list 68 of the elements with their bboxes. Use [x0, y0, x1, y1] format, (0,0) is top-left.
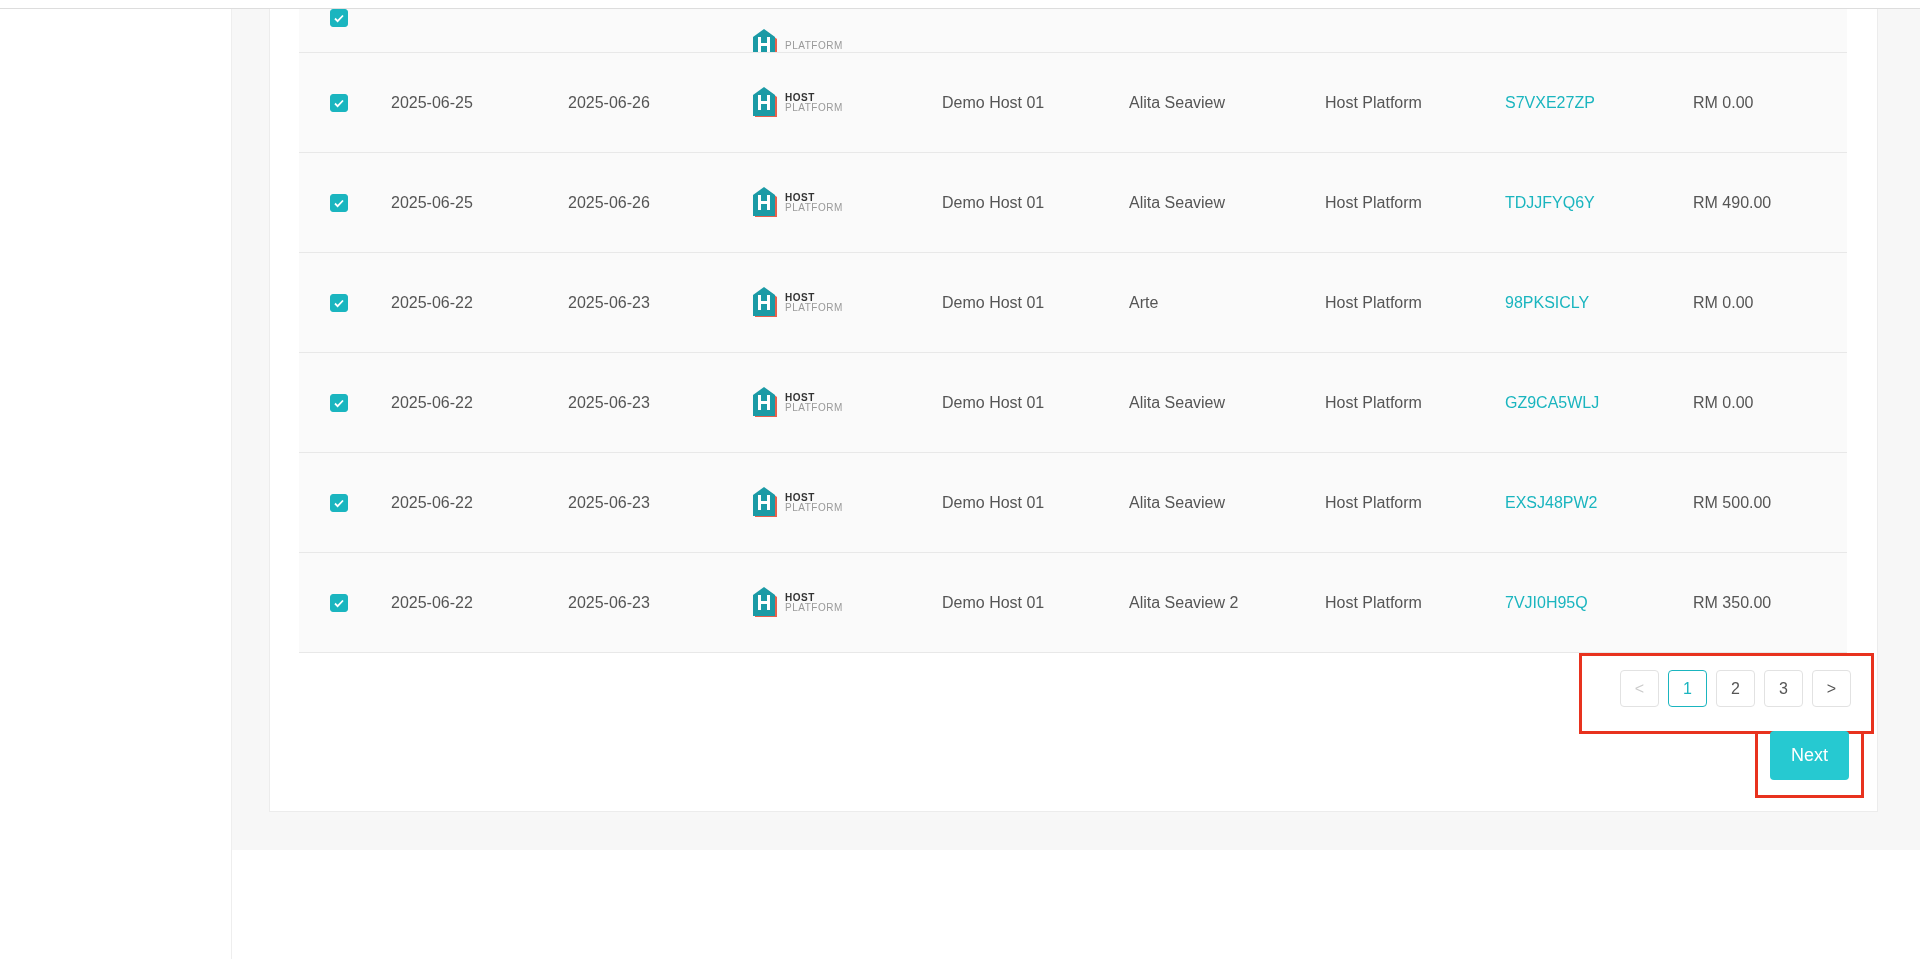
- table-cell: Demo Host 01: [942, 93, 1045, 111]
- table-cell: Alita Seaview: [1129, 193, 1226, 211]
- table-cell: Demo Host 01: [942, 293, 1045, 311]
- table-cell: Alita Seaview: [1129, 93, 1226, 111]
- table-cell: RM 0.00: [1693, 393, 1754, 411]
- table-cell: Alita Seaview: [1129, 493, 1226, 511]
- table-cell: Alita Seaview 2: [1129, 593, 1239, 611]
- table-cell: Demo Host 01: [942, 193, 1045, 211]
- check-icon: [333, 12, 345, 24]
- logo-text: HOST: [785, 292, 816, 303]
- table-cell: 2025-06-22: [391, 393, 473, 411]
- logo-text: HOST: [785, 92, 816, 103]
- table-cell: Demo Host 01: [942, 493, 1045, 511]
- logo-text: PLATFORM: [785, 41, 843, 51]
- table-cell: 2025-06-23: [568, 593, 650, 611]
- table-cell: Host Platform: [1325, 593, 1422, 611]
- booking-code-link[interactable]: 98PKSICLY: [1505, 293, 1590, 311]
- checkbox[interactable]: [330, 593, 348, 612]
- table-cell: 2025-06-25: [391, 193, 473, 211]
- next-button[interactable]: Next: [1770, 731, 1849, 780]
- booking-code-link[interactable]: 7VJI0H95Q: [1505, 593, 1588, 611]
- logo-text: HOST: [785, 192, 816, 203]
- logo-text: PLATFORM: [785, 502, 843, 513]
- table-cell: Host Platform: [1325, 393, 1422, 411]
- table-cell: Host Platform: [1325, 293, 1422, 311]
- table-cell: Host Platform: [1325, 493, 1422, 511]
- table-cell: 2025-06-22: [391, 293, 473, 311]
- table-cell: Demo Host 01: [942, 393, 1045, 411]
- logo-text: HOST: [785, 492, 816, 503]
- booking-code-link[interactable]: EXSJ48PW2: [1505, 493, 1598, 511]
- checkbox[interactable]: [330, 193, 348, 212]
- checkbox[interactable]: [330, 9, 348, 27]
- table-cell: RM 0.00: [1693, 93, 1754, 111]
- table-cell: 2025-06-22: [391, 593, 473, 611]
- logo-text: PLATFORM: [785, 102, 843, 113]
- logo-text: PLATFORM: [785, 202, 843, 213]
- checkbox[interactable]: [330, 393, 348, 412]
- next-page-button[interactable]: >: [1812, 670, 1851, 707]
- table-cell: RM 350.00: [1693, 593, 1772, 611]
- table-cell: 2025-06-23: [568, 293, 650, 311]
- table-cell: Demo Host 01: [942, 593, 1045, 611]
- checkbox[interactable]: [330, 493, 348, 512]
- table-cell: RM 490.00: [1693, 193, 1772, 211]
- logo-text: HOST: [785, 592, 816, 603]
- logo-text: HOST: [785, 392, 816, 403]
- page-button[interactable]: 3: [1764, 670, 1803, 707]
- logo-text: PLATFORM: [785, 302, 843, 313]
- table-cell: Host Platform: [1325, 93, 1422, 111]
- table-cell: Host Platform: [1325, 193, 1422, 211]
- booking-code-link[interactable]: S7VXE27ZP: [1505, 93, 1595, 111]
- table-cell: RM 500.00: [1693, 493, 1772, 511]
- table-cell: 2025-06-23: [568, 393, 650, 411]
- booking-code-link[interactable]: GZ9CA5WLJ: [1505, 393, 1600, 411]
- table-cell: RM 0.00: [1693, 293, 1754, 311]
- page-button[interactable]: 1: [1668, 670, 1707, 707]
- table-cell: Alita Seaview: [1129, 393, 1226, 411]
- page-button[interactable]: 2: [1716, 670, 1755, 707]
- booking-code-link[interactable]: TDJJFYQ6Y: [1505, 193, 1595, 211]
- table-cell: 2025-06-26: [568, 93, 650, 111]
- table-cell: 2025-06-23: [568, 493, 650, 511]
- table-cell: Arte: [1129, 293, 1159, 311]
- checkbox[interactable]: [330, 93, 348, 112]
- table-cell: 2025-06-26: [568, 193, 650, 211]
- checkbox[interactable]: [330, 293, 348, 312]
- table-cell: 2025-06-22: [391, 493, 473, 511]
- logo-text: PLATFORM: [785, 602, 843, 613]
- logo-text: PLATFORM: [785, 402, 843, 413]
- table-cell: 2025-06-25: [391, 93, 473, 111]
